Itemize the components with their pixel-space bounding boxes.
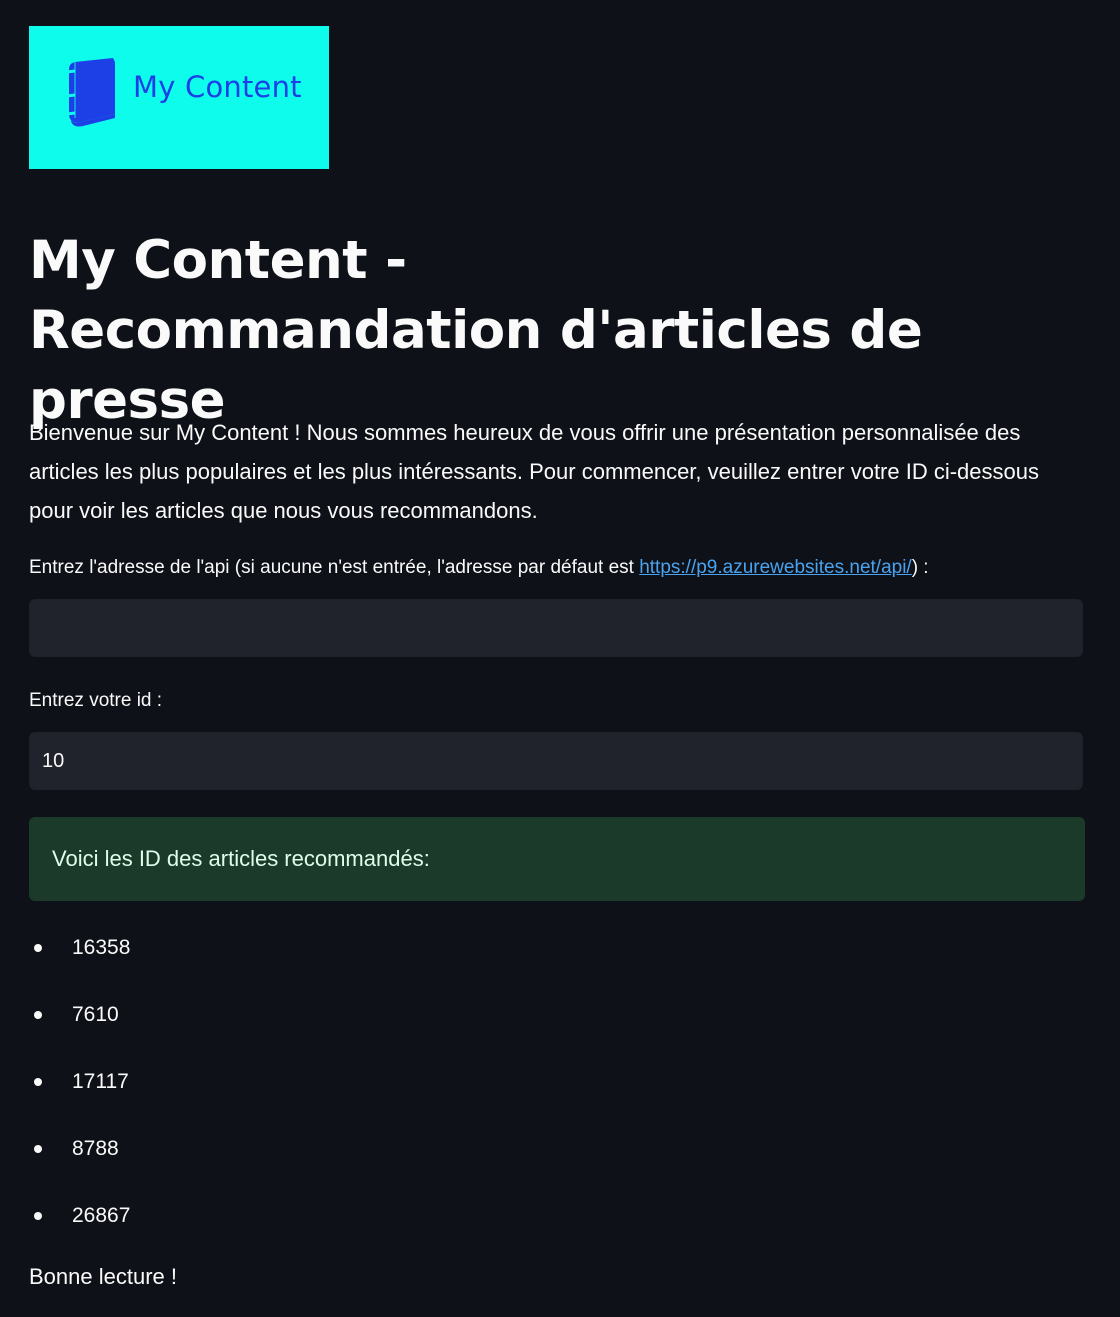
- list-item: 16358: [29, 914, 130, 981]
- success-message: Voici les ID des articles recommandés:: [29, 817, 1085, 901]
- api-address-input[interactable]: [29, 599, 1083, 657]
- article-id: 16358: [72, 936, 131, 959]
- closing-text: Bonne lecture !: [29, 1264, 177, 1289]
- recommended-articles-list: 16358 7610 17117 8788 26867: [29, 914, 130, 1249]
- bullet-icon: [34, 1145, 42, 1153]
- bullet-icon: [34, 944, 42, 952]
- article-id: 8788: [72, 1137, 119, 1160]
- list-item: 17117: [29, 1048, 130, 1115]
- article-id: 26867: [72, 1204, 131, 1227]
- article-id: 17117: [72, 1070, 129, 1093]
- page-title: My Content - Recommandation d'articles d…: [29, 230, 923, 431]
- list-item: 7610: [29, 981, 130, 1048]
- article-id: 7610: [72, 1003, 119, 1026]
- list-item: 26867: [29, 1182, 130, 1249]
- list-item: 8788: [29, 1115, 130, 1182]
- id-field-label: Entrez votre id :: [29, 690, 163, 711]
- user-id-input[interactable]: [29, 732, 1083, 790]
- main-container: My Content My Content - Recommandation d…: [29, 26, 1085, 1289]
- intro-text: Bienvenue sur My Content ! Nous sommes h…: [29, 420, 1040, 523]
- bullet-icon: [34, 1078, 42, 1086]
- book-icon: [66, 58, 115, 127]
- logo: My Content: [29, 26, 329, 169]
- logo-text: My Content: [133, 70, 302, 104]
- bullet-icon: [34, 1011, 42, 1019]
- bullet-icon: [34, 1212, 42, 1220]
- api-label-suffix: ) :: [911, 557, 929, 578]
- api-label-prefix: Entrez l'adresse de l'api (si aucune n'e…: [29, 557, 640, 578]
- api-default-link[interactable]: https://p9.azurewebsites.net/api/: [639, 557, 912, 578]
- api-field-label: Entrez l'adresse de l'api (si aucune n'e…: [29, 557, 929, 579]
